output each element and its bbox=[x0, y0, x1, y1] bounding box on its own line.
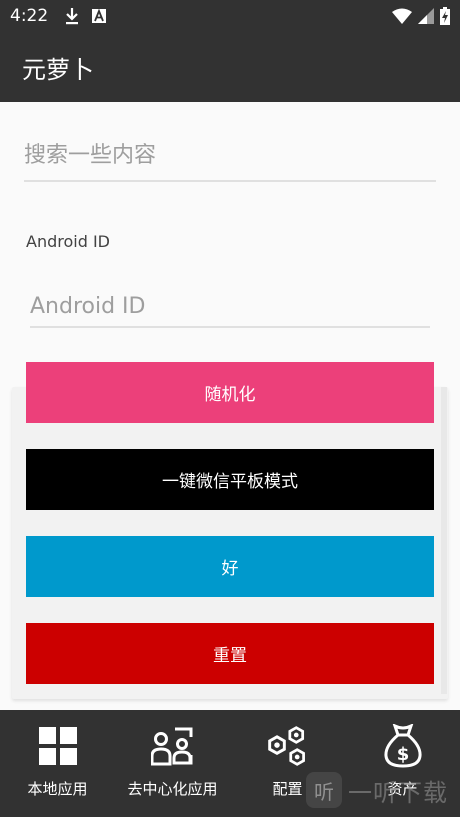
battery-charging-icon bbox=[440, 7, 450, 25]
randomize-button[interactable]: 随机化 bbox=[26, 362, 434, 423]
reset-button[interactable]: 重置 bbox=[26, 623, 434, 684]
wechat-tablet-mode-button[interactable]: 一键微信平板模式 bbox=[26, 449, 434, 510]
ok-button[interactable]: 好 bbox=[26, 536, 434, 597]
android-id-label: Android ID bbox=[26, 232, 110, 251]
a-icon bbox=[92, 9, 107, 23]
watermark: 听 一听下载 bbox=[306, 772, 448, 808]
nav-label: 去中心化应用 bbox=[127, 780, 218, 798]
app-title: 元萝卜 bbox=[22, 55, 94, 84]
hexagon-nodes-icon bbox=[266, 724, 310, 768]
nav-label: 本地应用 bbox=[27, 780, 88, 798]
status-time: 4:22 bbox=[10, 6, 49, 26]
android-id-input[interactable] bbox=[30, 290, 430, 328]
nav-item-local-apps[interactable]: 本地应用 bbox=[0, 710, 115, 817]
search-input[interactable] bbox=[24, 136, 436, 182]
wifi-icon bbox=[392, 8, 412, 24]
nav-label: 配置 bbox=[272, 780, 303, 798]
main-content: Android ID 随机化 一键微信平板模式 好 重置 bbox=[0, 102, 460, 710]
watermark-text: 一听下载 bbox=[348, 778, 448, 807]
grid-apps-icon bbox=[36, 724, 80, 768]
watermark-badge: 听 bbox=[306, 772, 342, 808]
app-bar: 元萝卜 bbox=[0, 32, 460, 102]
svg-text:$: $ bbox=[396, 744, 409, 765]
scrollbar[interactable] bbox=[441, 387, 447, 694]
signal-icon bbox=[418, 8, 434, 24]
status-bar: 4:22 bbox=[0, 0, 460, 32]
decentralized-users-icon bbox=[150, 724, 195, 768]
download-icon bbox=[66, 8, 79, 25]
nav-item-decentralized-apps[interactable]: 去中心化应用 bbox=[115, 710, 230, 817]
money-bag-icon: $ bbox=[381, 724, 425, 768]
